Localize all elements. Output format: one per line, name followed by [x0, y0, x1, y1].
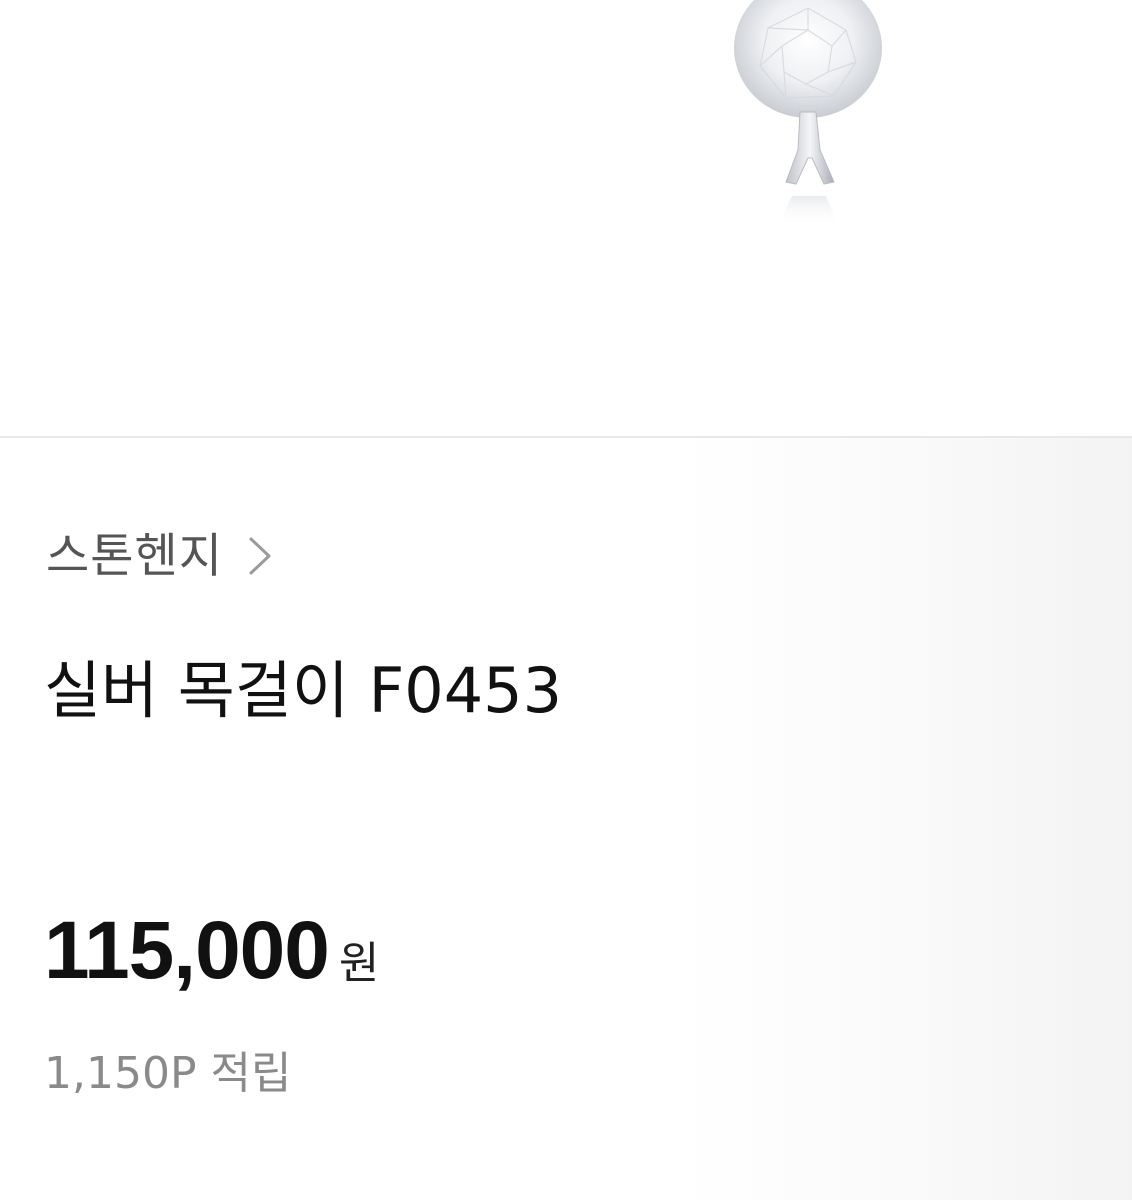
- price-unit: 원: [338, 938, 380, 989]
- brand-link[interactable]: 스톤헨지: [46, 526, 275, 586]
- product-image-area[interactable]: [0, 0, 1132, 436]
- brand-name: 스톤헨지: [46, 528, 223, 584]
- price-value: 115,000: [44, 905, 330, 996]
- chevron-right-icon: [249, 537, 271, 575]
- reward-points: 1,150P 적립: [44, 1048, 292, 1099]
- price-row: 115,000 원: [44, 910, 379, 992]
- pendant-necklace-image: [734, 0, 882, 226]
- product-title: 실버 목걸이 F0453: [44, 654, 563, 727]
